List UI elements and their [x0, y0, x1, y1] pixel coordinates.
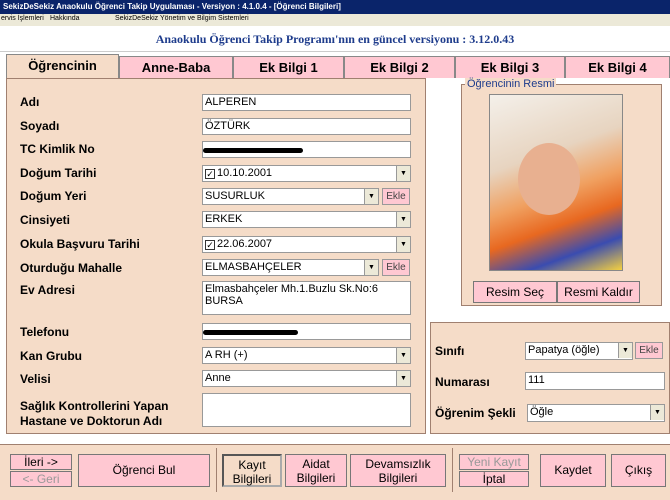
redaction-mark: [203, 148, 303, 153]
select-veli[interactable]: Anne ▼: [202, 370, 411, 387]
label-soyadi: Soyadı: [20, 119, 60, 133]
cancel-button[interactable]: İptal: [459, 471, 529, 487]
kayit-bilgileri-button[interactable]: Kayıt Bilgileri: [222, 454, 282, 487]
chevron-down-icon[interactable]: ▼: [396, 212, 410, 227]
kayit-label-2: Bilgileri: [232, 472, 272, 486]
save-button[interactable]: Kaydet: [540, 454, 606, 487]
devamsizlik-bilgileri-button[interactable]: Devamsızlık Bilgileri: [350, 454, 446, 487]
textarea-adres[interactable]: Elmasbahçeler Mh.1.Buzlu Sk.No:6 BURSA: [202, 281, 411, 315]
chevron-down-icon[interactable]: ▼: [364, 260, 378, 275]
add-sinif-button[interactable]: Ekle: [635, 342, 663, 359]
label-veli: Velisi: [20, 372, 51, 386]
mahalle-value: ELMASBAHÇELER: [205, 261, 302, 273]
menu-item-hakkinda[interactable]: Hakkında: [50, 15, 80, 22]
select-ogrenim-sekli[interactable]: Öğle ▼: [527, 404, 665, 422]
label-adres: Ev Adresi: [20, 283, 75, 297]
label-kan: Kan Grubu: [20, 349, 82, 363]
checkbox-dogum-tarihi[interactable]: ✓: [205, 169, 215, 179]
face-shape: [518, 143, 580, 215]
label-adi: Adı: [20, 95, 40, 109]
window-title: SekizDeSekiz Anaokulu Öğrenci Takip Uygu…: [0, 0, 670, 14]
select-kan[interactable]: A RH (+) ▼: [202, 347, 411, 364]
new-record-button[interactable]: Yeni Kayıt: [459, 454, 529, 470]
aidat-label-2: Bilgileri: [296, 471, 336, 485]
chevron-down-icon[interactable]: ▼: [396, 166, 410, 181]
remove-photo-button[interactable]: Resmi Kaldır: [557, 281, 640, 303]
exit-button[interactable]: Çıkış: [611, 454, 666, 487]
select-sinif[interactable]: Papatya (öğle) ▼: [525, 342, 633, 360]
tab-ogrencinin[interactable]: Öğrencinin: [6, 54, 119, 79]
tab-ek-bilgi-1[interactable]: Ek Bilgi 1: [233, 56, 344, 78]
input-adi[interactable]: ALPEREN: [202, 94, 411, 111]
menu-item-yonetim[interactable]: SekizDeSekiz Yönetim ve Bilgim Sistemler…: [115, 15, 249, 22]
adres-line-2: BURSA: [205, 295, 243, 307]
chevron-down-icon[interactable]: ▼: [364, 189, 378, 204]
aidat-label-1: Aidat: [302, 457, 330, 471]
label-basvuru: Okula Başvuru Tarihi: [20, 237, 140, 251]
input-tc[interactable]: [202, 141, 411, 158]
date-basvuru[interactable]: ✓ 22.06.2007 ▼: [202, 236, 411, 253]
label-dogum-tarihi: Doğum Tarihi: [20, 166, 97, 180]
label-dogum-yeri: Doğum Yeri: [20, 189, 87, 203]
chevron-down-icon[interactable]: ▼: [396, 237, 410, 252]
prev-button[interactable]: <- Geri: [10, 471, 72, 487]
add-mahalle-button[interactable]: Ekle: [382, 259, 410, 276]
label-telefon: Telefonu: [20, 325, 70, 339]
input-soyadi[interactable]: ÖZTÜRK: [202, 118, 411, 135]
label-saglik-1: Sağlık Kontrollerini Yapan: [20, 399, 169, 413]
adres-line-1: Elmasbahçeler Mh.1.Buzlu Sk.No:6: [205, 283, 379, 295]
dogum-yeri-value: SUSURLUK: [205, 190, 265, 202]
kan-value: A RH (+): [205, 349, 248, 361]
select-cinsiyet[interactable]: ERKEK ▼: [202, 211, 411, 228]
chevron-down-icon[interactable]: ▼: [396, 348, 410, 363]
label-mahalle: Oturduğu Mahalle: [20, 261, 122, 275]
textarea-saglik[interactable]: [202, 393, 411, 427]
aidat-bilgileri-button[interactable]: Aidat Bilgileri: [285, 454, 347, 487]
menu-bar: ervis İşlemleri Hakkında SekizDeSekiz Yö…: [0, 14, 670, 26]
basvuru-value: 22.06.2007: [217, 238, 273, 250]
label-sinif: Sınıfı: [435, 344, 465, 358]
chevron-down-icon[interactable]: ▼: [650, 405, 664, 420]
add-dogum-yeri-button[interactable]: Ekle: [382, 188, 410, 205]
select-dogum-yeri[interactable]: SUSURLUK ▼: [202, 188, 379, 205]
chevron-down-icon[interactable]: ▼: [618, 343, 632, 358]
toolbar-separator: [216, 448, 217, 492]
redaction-mark: [203, 330, 298, 335]
input-telefon[interactable]: [202, 323, 411, 340]
tab-anne-baba[interactable]: Anne-Baba: [119, 56, 233, 78]
label-tc: TC Kimlik No: [20, 142, 95, 156]
checkbox-basvuru[interactable]: ✓: [205, 240, 215, 250]
update-banner[interactable]: Anaokulu Öğrenci Takip Programı'nın en g…: [0, 26, 670, 52]
next-button[interactable]: İleri ->: [10, 454, 72, 470]
label-saglik-2: Hastane ve Doktorun Adı: [20, 414, 163, 428]
devam-label-1: Devamsızlık: [365, 457, 431, 471]
sinif-value: Papatya (öğle): [528, 344, 600, 356]
label-cinsiyet: Cinsiyeti: [20, 213, 71, 227]
tab-ek-bilgi-3[interactable]: Ek Bilgi 3: [455, 56, 565, 78]
student-photo: [489, 94, 623, 271]
devam-label-2: Bilgileri: [378, 471, 418, 485]
find-student-button[interactable]: Öğrenci Bul: [78, 454, 210, 487]
veli-value: Anne: [205, 372, 231, 384]
photo-legend: Öğrencinin Resmi: [465, 78, 557, 90]
select-mahalle[interactable]: ELMASBAHÇELER ▼: [202, 259, 379, 276]
dogum-tarihi-value: 10.10.2001: [217, 167, 273, 179]
date-dogum-tarihi[interactable]: ✓ 10.10.2001 ▼: [202, 165, 411, 182]
label-ogrenim-sekli: Öğrenim Şekli: [435, 406, 516, 420]
ogrenim-sekli-value: Öğle: [530, 406, 554, 418]
student-form-panel: Adı ALPEREN Soyadı ÖZTÜRK TC Kimlik No D…: [6, 78, 426, 434]
input-numara[interactable]: 111: [525, 372, 665, 390]
tab-bar: Öğrencinin Anne-Baba Ek Bilgi 1 Ek Bilgi…: [0, 54, 670, 79]
chevron-down-icon[interactable]: ▼: [396, 371, 410, 386]
toolbar-separator: [452, 448, 453, 492]
kayit-label-1: Kayıt: [238, 458, 266, 472]
tab-ek-bilgi-4[interactable]: Ek Bilgi 4: [565, 56, 670, 78]
select-photo-button[interactable]: Resim Seç: [473, 281, 557, 303]
tab-ek-bilgi-2[interactable]: Ek Bilgi 2: [344, 56, 455, 78]
cinsiyet-value: ERKEK: [205, 213, 243, 225]
menu-item-servis[interactable]: ervis İşlemleri: [1, 15, 44, 22]
label-numara: Numarası: [435, 375, 490, 389]
